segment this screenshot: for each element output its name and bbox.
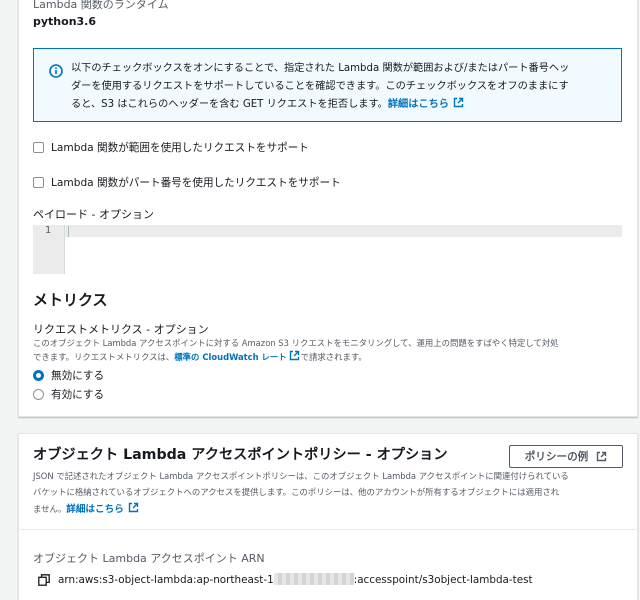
range-request-label[interactable]: Lambda 関数が範囲を使用したリクエストをサポート	[51, 140, 309, 155]
arn-value: arn:aws:s3-object-lambda:ap-northeast-1:…	[58, 573, 533, 586]
metrics-heading: メトリクス	[33, 291, 108, 309]
disable-metrics-radio[interactable]	[33, 370, 44, 381]
payload-editor[interactable]	[33, 225, 622, 237]
range-request-checkbox[interactable]	[33, 142, 44, 153]
arn-label: オブジェクト Lambda アクセスポイント ARN	[33, 552, 265, 565]
runtime-value: python3.6	[33, 15, 97, 28]
learn-more-link[interactable]: 詳細はこちら	[388, 99, 449, 110]
info-text-line2: ダーを使用するリクエストをサポートしていることを確認できます。このチェックボック…	[71, 81, 569, 92]
info-text-line1: 以下のチェックボックスをオンにすることで、指定された Lambda 関数が範囲お…	[71, 63, 570, 74]
request-metrics-label: リクエストメトリクス - オプション	[33, 323, 209, 336]
info-alert: 以下のチェックボックスをオンにすることで、指定された Lambda 関数が範囲お…	[33, 48, 622, 122]
arn-suffix: :accesspoint/s3object-lambda-test	[353, 574, 533, 586]
policy-learn-more-link[interactable]: 詳細はこちら	[66, 504, 124, 515]
line-number: 1	[45, 225, 52, 236]
payload-label: ペイロード - オプション	[33, 208, 154, 221]
policy-example-label: ポリシーの例	[524, 451, 589, 463]
editor-caret	[68, 226, 69, 237]
metrics-desc-suffix: で請求されます。	[300, 352, 367, 362]
info-text-line3: ると、S3 はこれらのヘッダーを含む GET リクエストを拒否します。詳細はこち…	[71, 95, 464, 110]
arn-prefix: arn:aws:s3-object-lambda:ap-northeast-1	[58, 574, 274, 586]
info-text-line3-body: ると、S3 はこれらのヘッダーを含む GET リクエストを拒否します。	[71, 99, 388, 110]
policy-description-line2: バケットに格納されているオブジェクトへのアクセスを提供します。このポリシーは、他…	[33, 487, 560, 497]
part-number-checkbox[interactable]	[33, 177, 44, 188]
policy-description-line1: JSON で記述されたオブジェクト Lambda アクセスポイントポリシーは、こ…	[33, 471, 569, 481]
enable-metrics-radio[interactable]	[33, 389, 44, 400]
info-icon	[49, 64, 63, 78]
cloudwatch-rate-link[interactable]: 標準の CloudWatch レート	[174, 352, 286, 362]
metrics-description-line2: できます。リクエストメトリクスは、標準の CloudWatch レート で請求され…	[33, 350, 367, 363]
policy-description-line3: ません。詳細はこちら	[33, 501, 139, 515]
metrics-description-line1: このオブジェクト Lambda アクセスポイントに対する Amazon S3 リ…	[33, 338, 559, 348]
policy-example-button[interactable]: ポリシーの例	[509, 445, 623, 468]
runtime-label: Lambda 関数のランタイム	[33, 0, 169, 11]
metrics-desc-prefix: できます。リクエストメトリクスは、	[33, 352, 175, 362]
enable-metrics-label[interactable]: 有効にする	[51, 387, 104, 402]
external-link-icon	[597, 451, 607, 462]
external-link-icon[interactable]	[453, 97, 464, 108]
copy-icon[interactable]	[38, 574, 50, 586]
redacted-account-id	[273, 573, 354, 585]
part-number-label[interactable]: Lambda 関数がパート番号を使用したリクエストをサポート	[51, 175, 341, 190]
external-link-icon[interactable]	[289, 350, 300, 361]
policy-heading: オブジェクト Lambda アクセスポイントポリシー - オプション	[33, 447, 448, 463]
policy-desc-line3-body: ません。	[33, 504, 67, 514]
external-link-icon[interactable]	[128, 502, 139, 513]
disable-metrics-label[interactable]: 無効にする	[51, 368, 104, 383]
section-divider	[18, 529, 638, 530]
